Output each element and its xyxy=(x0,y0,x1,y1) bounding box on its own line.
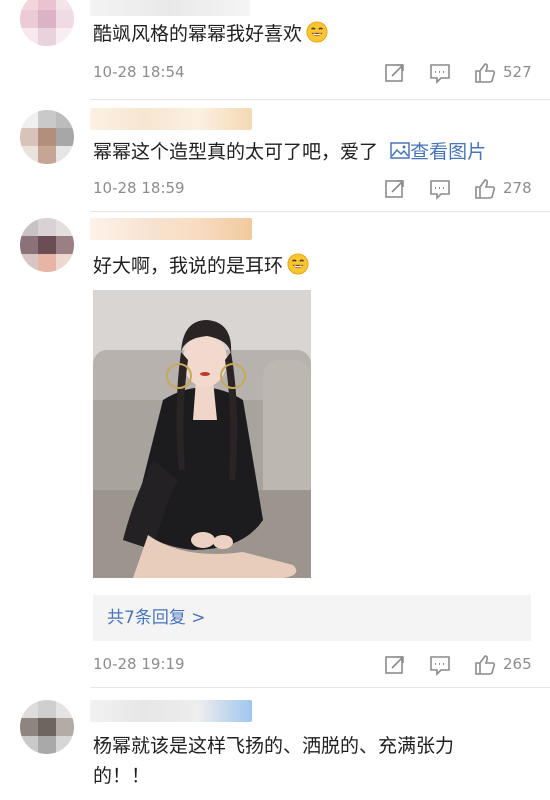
comment-time: 10-28 18:54 xyxy=(93,63,185,81)
avatar[interactable] xyxy=(20,0,74,46)
thumb-up-icon[interactable] xyxy=(473,653,497,677)
smiling-face-emoji-icon xyxy=(306,21,328,43)
comment-text: 好大啊，我说的是耳环 xyxy=(93,252,309,280)
avatar[interactable] xyxy=(20,218,74,272)
comment-icon[interactable] xyxy=(428,61,452,85)
comment-meta: 10-28 18:54 527 xyxy=(93,61,533,85)
comment-item: 幂幂这个造型真的太可了吧，爱了 查看图片 10-28 18:59 278 xyxy=(0,100,550,212)
comment-time: 10-28 18:59 xyxy=(93,179,185,197)
view-replies-button[interactable]: 共7条回复 > xyxy=(93,595,531,641)
comment-item: 杨幂就该是这样飞扬的、洒脱的、充满张力 的！！ xyxy=(0,688,550,800)
like-count: 278 xyxy=(503,179,532,197)
comment-text: 酷飒风格的幂幂我好喜欢 xyxy=(93,20,328,48)
like-count: 527 xyxy=(503,63,532,81)
share-icon[interactable] xyxy=(383,177,407,201)
username-blurred[interactable] xyxy=(90,700,252,722)
username-blurred[interactable] xyxy=(90,218,252,240)
like-count: 265 xyxy=(503,655,532,673)
thumb-up-icon[interactable] xyxy=(473,177,497,201)
comment-icon[interactable] xyxy=(428,177,452,201)
username-blurred[interactable] xyxy=(90,108,252,130)
comment-meta: 10-28 19:19 265 xyxy=(93,653,533,677)
avatar[interactable] xyxy=(20,110,74,164)
share-icon[interactable] xyxy=(383,653,407,677)
comment-photo[interactable] xyxy=(93,290,311,578)
comment-text-line: 的！！ xyxy=(93,765,151,787)
view-image-link[interactable]: 查看图片 xyxy=(410,141,486,163)
smiling-face-emoji-icon xyxy=(287,253,309,275)
comment-time: 10-28 19:19 xyxy=(93,655,185,673)
share-icon[interactable] xyxy=(383,61,407,85)
comment-text-line: 杨幂就该是这样飞扬的、洒脱的、充满张力 xyxy=(93,735,455,757)
avatar[interactable] xyxy=(20,700,74,754)
image-icon[interactable] xyxy=(390,142,410,160)
comment-text: 幂幂这个造型真的太可了吧，爱了 查看图片 xyxy=(93,141,487,163)
comment-icon[interactable] xyxy=(428,653,452,677)
photo-illustration xyxy=(93,290,311,578)
comment-meta: 10-28 18:59 278 xyxy=(93,177,533,201)
username-blurred[interactable] xyxy=(90,0,250,16)
comment-text: 杨幂就该是这样飞扬的、洒脱的、充满张力 的！！ xyxy=(93,731,454,791)
thumb-up-icon[interactable] xyxy=(473,61,497,85)
comment-item: 酷飒风格的幂幂我好喜欢 10-28 18:54 527 xyxy=(0,0,550,100)
